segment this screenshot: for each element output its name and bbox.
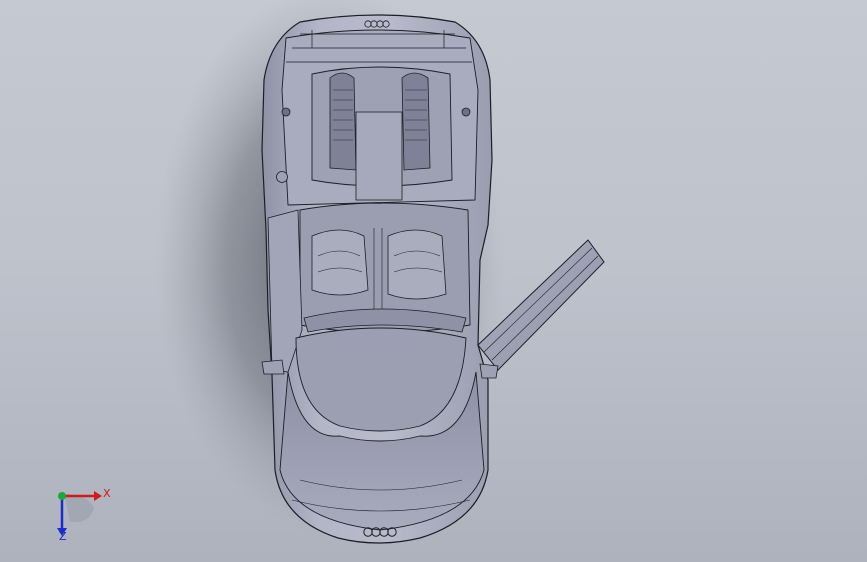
right-vent <box>401 72 431 171</box>
right-mirror <box>479 363 499 379</box>
rear-left-marker <box>281 107 291 117</box>
car-model-top-view[interactable] <box>0 0 867 562</box>
y-axis-dot <box>58 492 66 500</box>
right-seat[interactable] <box>387 229 447 300</box>
3d-viewport[interactable]: X Z <box>0 0 867 562</box>
left-mirror <box>261 359 285 375</box>
rear-right-marker <box>461 107 471 117</box>
x-axis-label: X <box>103 487 111 500</box>
triad-axes <box>57 491 102 536</box>
fuel-cap <box>276 171 288 183</box>
center-spine <box>355 111 403 201</box>
z-axis-label: Z <box>59 530 67 543</box>
left-seat[interactable] <box>311 229 369 296</box>
left-vent <box>329 72 357 171</box>
x-axis-arrow <box>94 491 102 501</box>
triad-shadow <box>64 494 94 523</box>
orientation-triad: X Z <box>40 480 130 550</box>
